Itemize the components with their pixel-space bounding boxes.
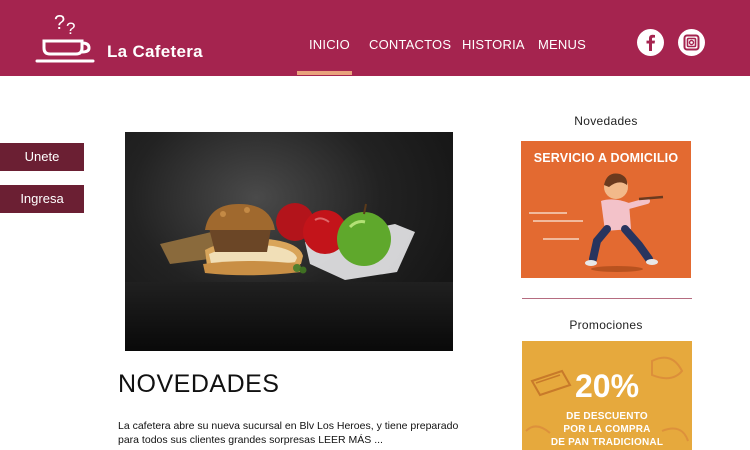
featured-news-image[interactable] — [125, 132, 453, 351]
instagram-icon[interactable] — [678, 29, 705, 56]
read-more-link[interactable]: LEER MÁS ... — [318, 434, 383, 446]
discount-line-3: DE PAN TRADICIONAL — [550, 437, 664, 448]
svg-text:?: ? — [66, 19, 75, 38]
nav-item-historia[interactable]: HISTORIA — [462, 37, 525, 52]
sidebar-divider — [522, 298, 692, 299]
facebook-icon[interactable] — [637, 29, 664, 56]
discount-percent: 20% — [574, 368, 640, 404]
coffee-cup-logo-icon[interactable]: ? ? — [34, 10, 96, 66]
sidebar-news-heading: Novedades — [574, 114, 638, 128]
login-button[interactable]: Ingresa — [0, 185, 84, 213]
news-summary: La cafetera abre su nueva sucursal en Bl… — [118, 419, 478, 447]
nav-item-menus[interactable]: MENUS — [538, 37, 586, 52]
nav-item-contactos[interactable]: CONTACTOS — [369, 37, 451, 52]
sidebar-promos-heading: Promociones — [569, 318, 643, 332]
bakery-still-life-illustration — [160, 203, 415, 280]
delivery-man-illustration — [529, 173, 664, 272]
svg-text:?: ? — [54, 12, 65, 34]
home-delivery-banner[interactable]: SERVICIO A DOMICILIO — [521, 141, 691, 278]
discount-line-2: POR LA COMPRA — [563, 424, 651, 435]
brand-name[interactable]: La Cafetera — [107, 42, 203, 62]
nav-item-inicio[interactable]: INICIO — [309, 37, 350, 52]
news-heading: NOVEDADES — [118, 370, 280, 398]
nav-active-indicator — [297, 71, 352, 75]
join-button[interactable]: Unete — [0, 143, 84, 171]
discount-line-1: DE DESCUENTO — [566, 411, 648, 422]
bread-discount-banner[interactable]: 20% DE DESCUENTO POR LA COMPRA DE PAN TR… — [522, 341, 692, 450]
site-header: ? ? La Cafetera INICIO CONTACTOS HISTORI… — [0, 0, 750, 76]
news-summary-text: La cafetera abre su nueva sucursal en Bl… — [118, 420, 459, 446]
